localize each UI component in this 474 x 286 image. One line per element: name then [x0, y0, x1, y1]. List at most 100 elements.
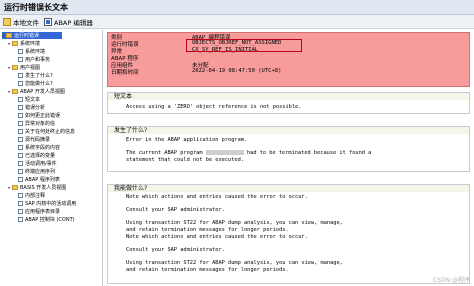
section-line: Consult your SAP administrator. — [126, 247, 225, 253]
tree-node-label: 已选择的变量 — [25, 153, 56, 159]
window-title: 运行时错误长文本 — [4, 3, 68, 12]
tree-node-app-table-directory[interactable]: 应用程序表目录 — [18, 208, 60, 215]
tree-node-label: ABAP 程序列表 — [25, 177, 60, 183]
tree-node-label: 短文本 — [25, 97, 41, 103]
folder-icon — [12, 65, 18, 70]
document-icon — [18, 97, 23, 102]
tree-node-kernel-calls[interactable]: SAP 内核中的活动调用 — [18, 200, 76, 207]
watermark: CSDN @程序 — [432, 277, 470, 284]
section-line: Error in the ABAP application program. — [126, 137, 248, 143]
section-line: The current ABAP program had to be termi… — [126, 150, 371, 156]
tree-node-internal-notes[interactable]: 内部注释 — [18, 192, 45, 199]
redacted-program-name — [205, 150, 244, 155]
tree-node-label: 错误分析 — [25, 105, 46, 111]
folder-icon — [12, 89, 18, 94]
tree-node-error-analysis[interactable]: 错误分析 — [18, 104, 45, 111]
tree-node-what-happened[interactable]: 发生了什么? — [18, 72, 53, 79]
tree-node-abap-dev-view[interactable]: ▾ ABAP 开发人员视图 — [8, 88, 65, 95]
tree-node-label: 应用程序表目录 — [25, 209, 61, 215]
header-row-datetime: 日期和时间 2022-04-19 08:47:50 (UTC+8) — [108, 68, 469, 76]
folder-icon — [12, 41, 18, 46]
tree-node-label: 用户视图 — [20, 65, 41, 71]
document-icon — [18, 153, 23, 158]
tree-node-label: BASIS 开发人员视图 — [20, 185, 67, 191]
tree-node-what-can-i-do[interactable]: 您能做什么? — [18, 80, 53, 87]
section-title: 我能做什么? — [108, 185, 469, 192]
tree-node-label: SAP 内核中的活动调用 — [25, 201, 77, 207]
section-line: and retain termination messages for long… — [126, 267, 289, 273]
tree-node-label: 运行时错误 — [14, 33, 40, 39]
document-icon — [18, 209, 23, 214]
section-line: and retain termination messages for long… — [126, 227, 289, 233]
tree-node-label: 终端应用序列 — [25, 169, 56, 175]
section-line: Note which actions and entries caused th… — [126, 234, 308, 240]
editor-icon — [44, 18, 52, 26]
section-line: Using transaction ST22 for ABAP dump ana… — [126, 220, 343, 226]
document-icon — [18, 193, 23, 198]
dump-content: 类别 ABAP 编程错误 运行时错误 OBJECTS_OBJREF_NOT_AS… — [104, 30, 474, 286]
document-icon — [18, 177, 23, 182]
tree-node-termination-info[interactable]: 关于在何处终止的信息 — [18, 128, 75, 135]
tree-node-runtime-error[interactable]: ▾ 运行时错误 — [2, 32, 62, 39]
tree-node-label: 您能做什么? — [25, 81, 53, 87]
tree-node-short-text[interactable]: 短文本 — [18, 96, 40, 103]
section-line: Note which actions and entries caused th… — [126, 194, 308, 200]
tree-node-label: 系统字段的内容 — [25, 145, 61, 151]
dump-header: 类别 ABAP 编程错误 运行时错误 OBJECTS_OBJREF_NOT_AS… — [107, 32, 470, 87]
document-icon — [18, 49, 23, 54]
tree-node-exception-object[interactable]: 异常对象的信 — [18, 120, 55, 127]
tree-node-label: 用户和事务 — [25, 57, 51, 63]
tree-node-label: ABAP 开发人员视图 — [20, 89, 65, 95]
section-short-text: 短文本 Access using a 'ZERO' object referen… — [107, 92, 470, 114]
document-icon — [18, 105, 23, 110]
document-icon — [18, 161, 23, 166]
header-row-app-component: 应用组件 未分配 — [108, 61, 469, 69]
tree-node-system-env-folder[interactable]: ▾ 系统环境 — [8, 40, 40, 47]
tree-node-source-extract[interactable]: 源代码摘录 — [18, 136, 50, 143]
document-icon — [18, 145, 23, 150]
document-icon — [18, 121, 23, 126]
local-file-button[interactable]: 本地文件 — [3, 17, 39, 27]
tree-node-abap-program-list[interactable]: ABAP 程序列表 — [18, 176, 60, 183]
tree-node-label: 源代码摘录 — [25, 137, 51, 143]
section-line: Consult your SAP administrator. — [126, 207, 225, 213]
document-icon — [18, 137, 23, 142]
tree-node-user-transaction[interactable]: 用户和事务 — [18, 56, 50, 63]
tree-node-how-to-correct[interactable]: 如何更正此错误 — [18, 112, 60, 119]
tree-node-label: 异常对象的信 — [25, 121, 56, 127]
tree-node-label: 发生了什么? — [25, 73, 53, 79]
tree-node-app-sequence[interactable]: 终端应用序列 — [18, 168, 55, 175]
document-icon — [18, 73, 23, 78]
tree-node-active-calls[interactable]: 活动调用/事件 — [18, 160, 57, 167]
section-line-part: The current ABAP program — [126, 150, 203, 156]
section-title: 发生了什么? — [108, 127, 469, 134]
document-icon — [18, 113, 23, 118]
toolbar: 本地文件 ABAP 编辑器 — [0, 15, 474, 29]
tree-node-label: 活动调用/事件 — [25, 161, 57, 167]
tree-node-label: 关于在何处终止的信息 — [25, 129, 76, 135]
tree-node-selected-variables[interactable]: 已选择的变量 — [18, 152, 55, 159]
header-row-abap-program: ABAP 程序 — [108, 54, 469, 62]
section-what-can-i-do: 我能做什么? Note which actions and entries ca… — [107, 184, 470, 284]
tree-node-user-view[interactable]: ▾ 用户视图 — [8, 64, 40, 71]
tree-node-label: ABAP 控制块 (CONT) — [25, 217, 75, 223]
tree-node-label: 内部注释 — [25, 193, 46, 199]
tree-node-abap-control-block[interactable]: ABAP 控制块 (CONT) — [18, 216, 75, 223]
folder-icon — [3, 18, 11, 26]
abap-editor-button[interactable]: ABAP 编辑器 — [44, 17, 93, 27]
header-value: 2022-04-19 08:47:50 (UTC+8) — [192, 68, 282, 74]
tree-node-basis-dev-view[interactable]: ▾ BASIS 开发人员视图 — [8, 184, 66, 191]
local-file-label: 本地文件 — [13, 19, 39, 27]
header-key: 日期和时间 — [111, 70, 139, 76]
folder-icon — [12, 185, 18, 190]
tree-node-system-env[interactable]: 系统环境 — [18, 48, 45, 55]
abap-editor-label: ABAP 编辑器 — [54, 19, 93, 27]
section-what-happened: 发生了什么? Error in the ABAP application pro… — [107, 126, 470, 172]
document-icon — [18, 169, 23, 174]
document-icon — [18, 201, 23, 206]
folder-icon — [6, 33, 12, 38]
tree-node-system-fields[interactable]: 系统字段的内容 — [18, 144, 60, 151]
tree-node-label: 如何更正此错误 — [25, 113, 61, 119]
document-icon — [18, 57, 23, 62]
document-icon — [18, 81, 23, 86]
